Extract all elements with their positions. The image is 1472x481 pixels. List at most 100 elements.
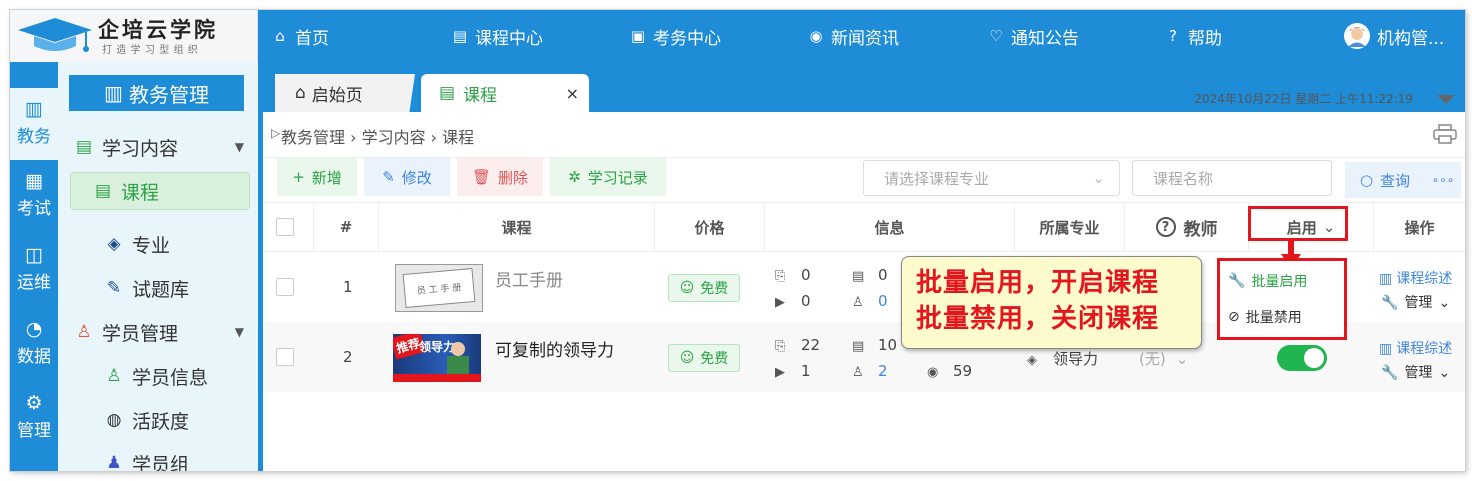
wrench-icon: 🔧 [1228,273,1246,289]
book-icon: ▤ [452,27,468,45]
toolbar: + 新增 ✎ 修改 🗑 删除 ✲ 学习记录 请选择课程专业 ⌄ 课程名称 ○ 查询 ∘∘∘ [263,158,1465,202]
course-thumbnail: 员 工 手 册 [395,264,483,312]
nav-exam-center[interactable]: ▣ 考务中心 [630,10,721,62]
view-count: ◉ 59 [927,362,973,380]
tab-course[interactable]: ▤ 课程 × [421,74,589,112]
tab-bar: ⌂ 启始页 ▤ 课程 × 2024年10月22日 星期二 上午11:22:19 [263,62,1465,112]
sidebar-group-students[interactable]: ♙ 学员管理 ▼ [58,313,258,351]
sparkle-icon: ✲ [568,168,581,186]
chevron-right-icon[interactable]: ▷ [271,126,280,140]
sidebar-item-question-bank[interactable]: ✎ 试题库 [58,269,258,307]
module-ops[interactable]: ◫ 运维 [10,244,58,293]
more-icon[interactable]: ∘∘∘ [1425,162,1461,198]
app-window: 企培云学院 打造学习型组织 ⌂ 首页 ▤ 课程中心 ▣ 考务中心 ◉ 新闻资讯 ♡ 通知公… [10,10,1465,471]
logo: 企培云学院 打造学习型组织 [10,10,258,62]
sidebar-item-student-info[interactable]: ♙ 学员信息 [58,357,258,395]
header-info: 信息 [765,203,1015,251]
module-sidebar: ▥ 教务 ▦ 考试 ◫ 运维 ◔ 数据 ⚙ 管理 [10,62,58,471]
manage-dropdown[interactable]: 🔧 管理 ⌄ [1381,362,1450,382]
user-menu[interactable]: 机构管... [1343,10,1444,62]
course-title[interactable]: 员工手册 [495,266,563,291]
select-all-checkbox[interactable] [276,218,294,236]
teacher-select[interactable]: (无) ⌄ [1139,348,1188,369]
graduation-cap-icon [18,18,92,52]
user-icon: ♙ [852,365,864,380]
sidebar-group-learning[interactable]: ▤ 学习内容 ▼ [58,128,258,166]
major-select[interactable]: 请选择课程专业 ⌄ [863,160,1120,196]
nav-notice[interactable]: ♡ 通知公告 [988,10,1079,62]
smile-icon: ☺ [679,350,695,366]
book-icon: ▤ [94,181,112,201]
header-price: 价格 [655,203,765,251]
sidebar-item-activity[interactable]: ◍ 活跃度 [58,401,258,439]
pie-chart-icon: ◔ [25,318,43,340]
trash-icon: 🗑 [471,168,492,186]
sidebar-item-major[interactable]: ◈ 专业 [58,225,258,263]
batch-disable-item[interactable]: ⊘ 批量禁用 [1228,307,1302,327]
news-icon: ◉ [809,27,823,45]
sidebar-item-student-group[interactable]: ♟ 学员组 [58,444,258,471]
edit-button[interactable]: ✎ 修改 [364,158,450,196]
question-count: ▤ 10 [852,336,898,354]
video-count: ▶ 1 [775,362,811,380]
plus-icon: + [292,168,305,186]
tab-start[interactable]: ⌂ 启始页 [275,74,415,112]
enable-header-highlight [1248,206,1348,241]
delete-button[interactable]: 🗑 删除 [457,158,543,196]
module-manage[interactable]: ⚙ 管理 [10,392,58,441]
module-exam[interactable]: ▦ 考试 [10,170,58,219]
major-name: ◈ 领导力 [1027,350,1099,368]
chevron-down-icon[interactable] [1437,95,1455,104]
add-button[interactable]: + 新增 [277,158,357,196]
student-count[interactable]: ♙ 2 [852,362,888,380]
course-report-link[interactable]: ▥ 课程综述 [1379,268,1452,288]
user-icon: ♙ [852,295,864,310]
study-record-button[interactable]: ✲ 学习记录 [550,158,666,196]
question-count: ▤ 0 [852,266,888,284]
gear-icon: ⚙ [25,392,43,414]
course-name-input[interactable]: 课程名称 [1132,160,1332,196]
nav-news[interactable]: ◉ 新闻资讯 [808,10,899,62]
printer-icon[interactable] [1433,124,1457,144]
sidebar-header: ▥ 教务管理 [69,75,244,111]
books-icon: ▥ [25,98,43,120]
callout-line-1: 批量启用，开启课程 [916,268,1160,298]
wrench-icon: 🔧 [1381,295,1399,311]
wrench-icon: 🔧 [1381,365,1399,381]
sidebar: ▥ 教务管理 ▤ 学习内容 ▼ ▤ 课程 ◈ 专业 ✎ 试题库 ♙ 学员管理 ▼ ♙ 学员信息 ◍… [58,62,258,471]
close-icon[interactable]: × [566,84,579,103]
course-title[interactable]: 可复制的领导力 [495,336,614,361]
smile-icon: ☺ [679,280,695,296]
help-icon: ? [1155,217,1176,237]
exam-icon: ▦ [25,170,43,192]
chevron-down-icon: ▼ [234,325,244,339]
breadcrumb: ▷ 教务管理 › 学习内容 › 课程 [263,112,1465,158]
enable-toggle[interactable] [1277,345,1327,371]
video-count: ▶ 0 [775,292,811,310]
top-navbar: 企培云学院 打造学习型组织 ⌂ 首页 ▤ 课程中心 ▣ 考务中心 ◉ 新闻资讯 ♡ 通知公… [10,10,1465,62]
search-button[interactable]: ○ 查询 [1345,162,1425,198]
manage-dropdown[interactable]: 🔧 管理 ⌄ [1381,292,1450,312]
nav-course-center[interactable]: ▤ 课程中心 [452,10,543,62]
app-slogan: 打造学习型组织 [102,45,203,56]
student-count[interactable]: ♙ 0 [852,292,888,310]
row-checkbox[interactable] [276,278,294,296]
chevron-down-icon: ⌄ [1092,169,1105,187]
module-data[interactable]: ◔ 数据 [10,318,58,367]
nav-help[interactable]: ? 帮助 [1165,10,1222,62]
module-teaching[interactable]: ▥ 教务 [10,88,58,160]
ops-icon: ◫ [25,244,43,266]
exam-icon: ▣ [630,27,646,45]
user-icon: ♙ [106,366,122,386]
breadcrumb-text: 教务管理 › 学习内容 › 课程 [281,128,475,147]
course-report-link[interactable]: ▥ 课程综述 [1379,338,1452,358]
nav-home[interactable]: ⌂ 首页 [272,10,329,62]
row-checkbox[interactable] [276,348,294,366]
layers-icon: ◈ [1027,353,1037,368]
batch-enable-item[interactable]: 🔧 批量启用 [1228,271,1307,291]
row-index: 1 [343,278,353,296]
sidebar-item-course[interactable]: ▤ 课程 [70,172,250,210]
user-name: 机构管... [1377,28,1445,49]
chevron-down-icon: ▼ [234,140,244,154]
ban-icon: ⊘ [1228,309,1240,325]
